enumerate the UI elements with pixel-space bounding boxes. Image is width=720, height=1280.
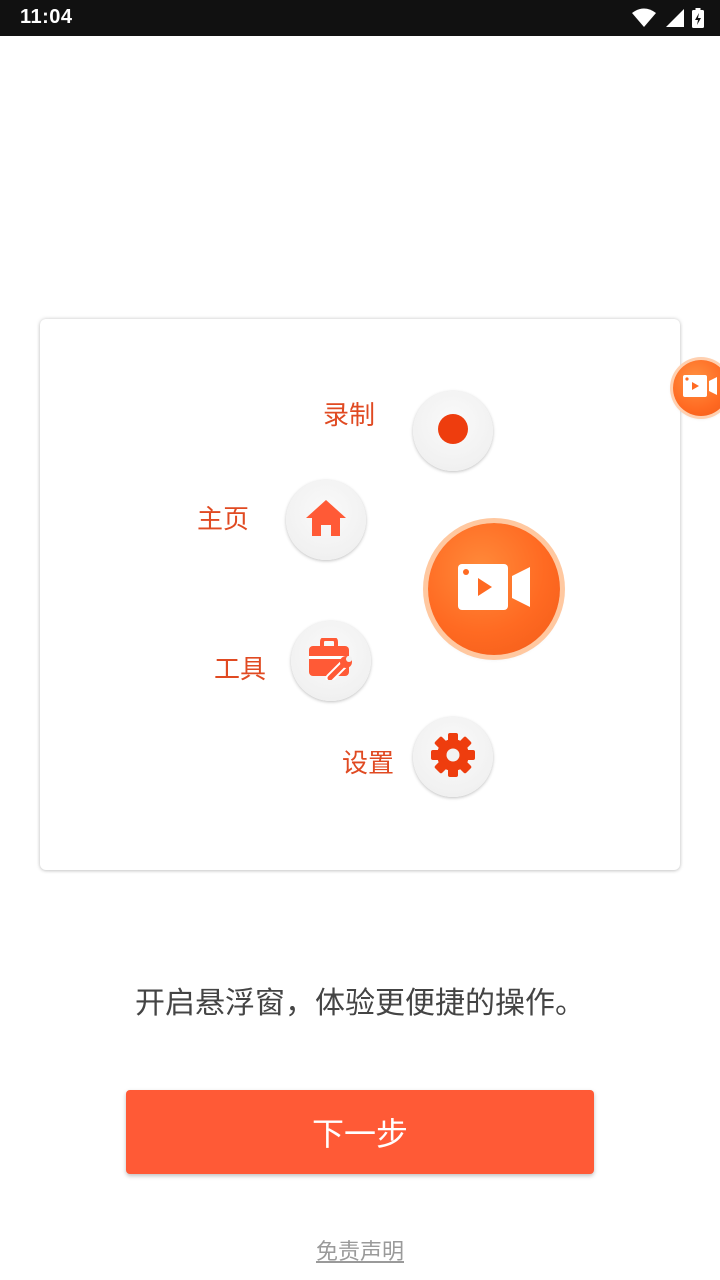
video-camera-icon: [683, 375, 717, 401]
settings-button[interactable]: [413, 717, 493, 797]
home-icon: [304, 498, 348, 542]
menu-label-tools: 工具: [214, 655, 267, 685]
tools-button[interactable]: [291, 621, 371, 701]
wifi-icon: [632, 8, 656, 28]
home-button[interactable]: [286, 480, 366, 560]
next-step-button[interactable]: 下一步: [126, 1090, 594, 1174]
record-button[interactable]: [413, 391, 493, 471]
video-camera-icon: [458, 564, 530, 614]
status-bar: 11:04: [0, 0, 720, 36]
gear-icon: [430, 732, 476, 782]
battery-icon: [692, 8, 704, 28]
menu-label-home: 主页: [197, 505, 250, 535]
signal-icon: [664, 8, 684, 28]
edge-float-button[interactable]: [673, 360, 720, 416]
toolbox-icon: [308, 637, 354, 684]
menu-label-record: 录制: [323, 401, 376, 431]
status-time: 11:04: [20, 6, 73, 28]
status-icons: [632, 8, 704, 28]
record-icon: [437, 413, 469, 449]
menu-label-settings: 设置: [342, 749, 395, 779]
description-text: 开启悬浮窗，体验更便捷的操作。: [135, 986, 585, 1021]
floating-window-preview-card: 录制 主页 工具 设置: [40, 319, 680, 870]
main-float-button[interactable]: [428, 523, 560, 655]
disclaimer-link[interactable]: 免责声明: [0, 1234, 720, 1266]
